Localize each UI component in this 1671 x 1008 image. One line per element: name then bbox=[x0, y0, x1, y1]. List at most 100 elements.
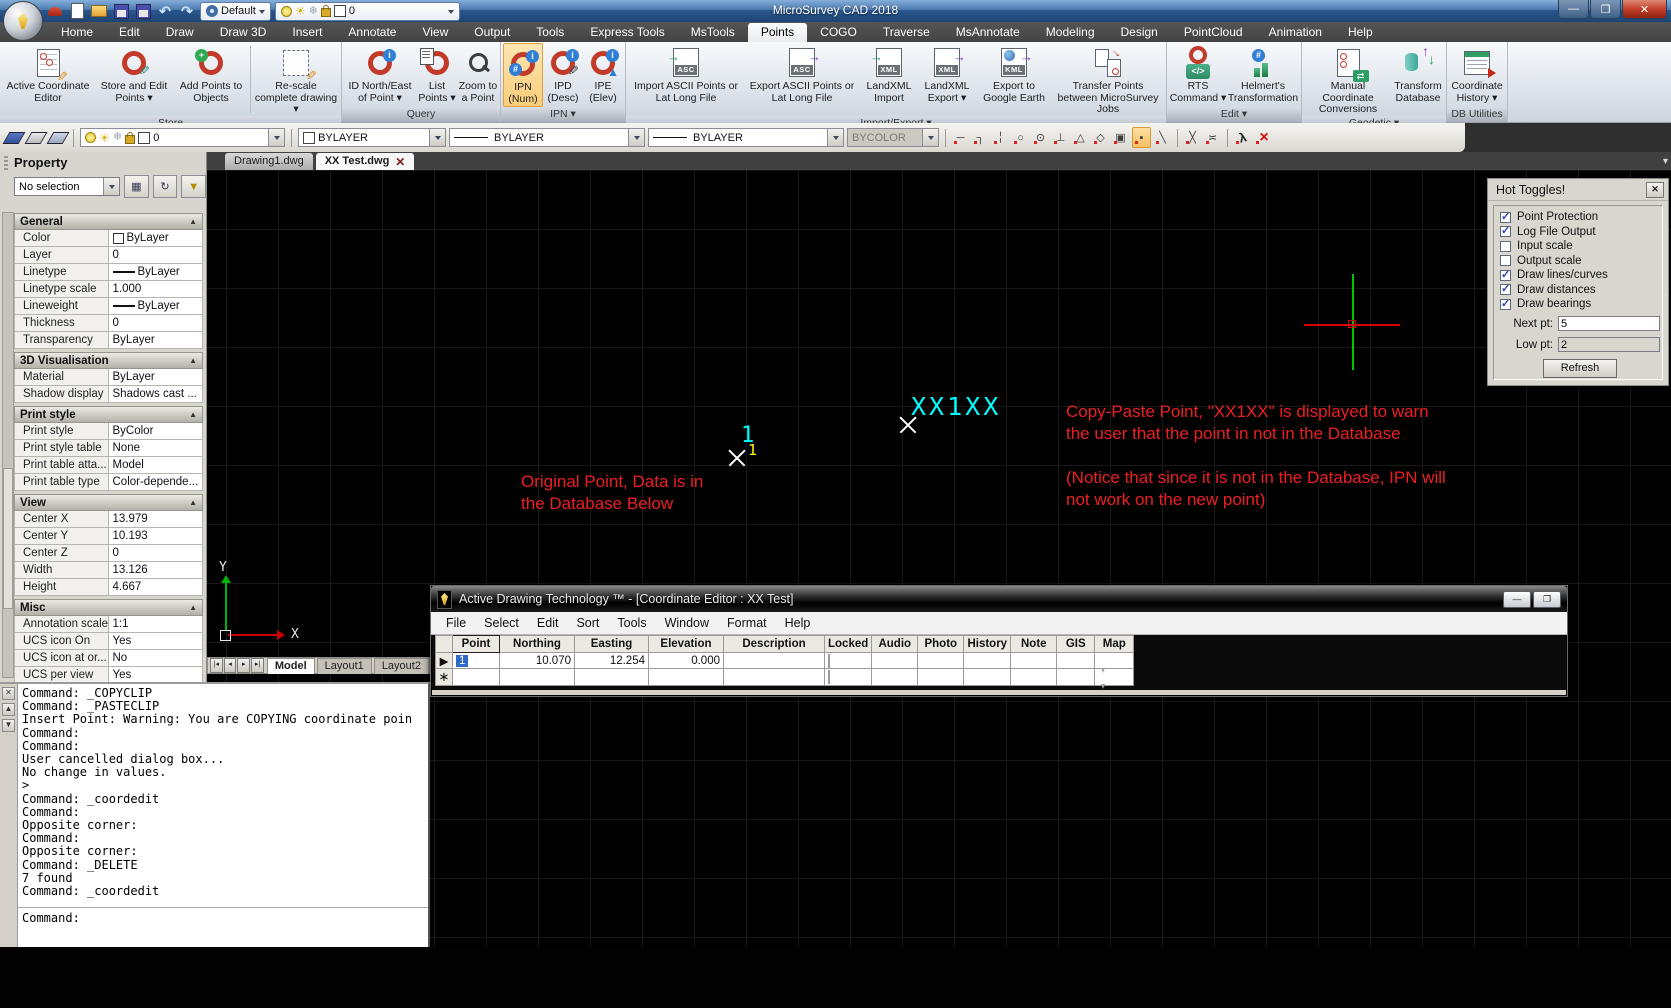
col-map[interactable]: Map bbox=[1095, 636, 1134, 653]
property-row[interactable]: LinetypeByLayer bbox=[14, 264, 203, 281]
toggle-output-scale[interactable]: Output scale bbox=[1500, 254, 1660, 269]
property-row[interactable]: Shadow displayShadows cast ... bbox=[14, 386, 203, 403]
select-objects-button[interactable]: ▦ bbox=[124, 175, 149, 198]
rescale-drawing-button[interactable]: ✎ Re-scale complete drawing ▾ bbox=[253, 43, 339, 116]
cell-point[interactable] bbox=[453, 669, 500, 686]
cell-photo[interactable] bbox=[918, 653, 964, 669]
property-row[interactable]: Center Z0 bbox=[14, 545, 203, 562]
panel-grip[interactable] bbox=[4, 156, 8, 170]
draw-bearings-checkbox[interactable] bbox=[1500, 299, 1511, 310]
prev-layout-icon[interactable]: ◂ bbox=[224, 658, 237, 673]
maximize-button[interactable]: ❐ bbox=[1590, 0, 1621, 19]
color-dropdown-arrow[interactable] bbox=[429, 129, 445, 146]
transfer-points-button[interactable]: → Transfer Points between MicroSurvey Jo… bbox=[1052, 43, 1164, 116]
group-label-query[interactable]: Query bbox=[342, 107, 500, 122]
section-view[interactable]: View▲ bbox=[14, 494, 203, 511]
property-row[interactable]: MaterialByLayer bbox=[14, 369, 203, 386]
output-scale-checkbox[interactable] bbox=[1500, 255, 1511, 266]
linetype-dropdown-arrow[interactable] bbox=[628, 129, 644, 146]
cell-description[interactable] bbox=[724, 653, 825, 669]
section-3d-visualisation[interactable]: 3D Visualisation▲ bbox=[14, 352, 203, 369]
property-scrollbar[interactable] bbox=[2, 212, 14, 678]
layer-previous-icon[interactable] bbox=[26, 128, 45, 147]
cancel-command-icon[interactable]: × bbox=[1254, 128, 1274, 147]
col-history[interactable]: History bbox=[964, 636, 1011, 653]
editor-maximize-button[interactable]: ❐ bbox=[1533, 591, 1561, 608]
close-tab-icon[interactable]: ✕ bbox=[395, 156, 405, 168]
col-audio[interactable]: Audio bbox=[872, 636, 918, 653]
tab-insert[interactable]: Insert bbox=[279, 23, 335, 42]
landxml-import-button[interactable]: →XML LandXML Import bbox=[860, 43, 918, 116]
col-note[interactable]: Note bbox=[1011, 636, 1057, 653]
lineweight-control-dropdown[interactable]: BYLAYER bbox=[648, 128, 844, 147]
input-scale-checkbox[interactable] bbox=[1500, 241, 1511, 252]
group-label-edit[interactable]: Edit ▾ bbox=[1167, 107, 1301, 122]
snap-none-icon[interactable]: ╳ bbox=[1184, 128, 1201, 147]
command-prompt[interactable]: Command: bbox=[22, 911, 80, 925]
property-row[interactable]: Center X13.979 bbox=[14, 511, 203, 528]
scroll-down-icon[interactable]: ▼ bbox=[2, 719, 15, 732]
property-row[interactable]: Center Y10.193 bbox=[14, 528, 203, 545]
cell-gis[interactable] bbox=[1057, 653, 1095, 669]
export-ascii-button[interactable]: →ASC Export ASCII Points or Lat Long Fil… bbox=[744, 43, 860, 116]
menu-format[interactable]: Format bbox=[718, 616, 776, 630]
property-row[interactable]: Annotation scale1:1 bbox=[14, 616, 203, 633]
col-point[interactable]: Point bbox=[453, 636, 500, 653]
cell-photo[interactable] bbox=[918, 669, 964, 686]
col-elevation[interactable]: Elevation bbox=[649, 636, 724, 653]
col-description[interactable]: Description bbox=[724, 636, 825, 653]
list-points-button[interactable]: List Points ▾ bbox=[416, 43, 458, 107]
property-row[interactable]: Linetype scale1.000 bbox=[14, 281, 203, 298]
property-row[interactable]: UCS icon at or...No bbox=[14, 650, 203, 667]
tab-output[interactable]: Output bbox=[461, 23, 523, 42]
manual-coordinate-conversions-button[interactable]: ⇄ Manual Coordinate Conversions bbox=[1304, 43, 1392, 116]
draw-lines-curves-checkbox[interactable] bbox=[1500, 270, 1511, 281]
application-menu-button[interactable] bbox=[3, 1, 43, 41]
section-general[interactable]: General▲ bbox=[14, 213, 203, 230]
close-button[interactable]: ✕ bbox=[1622, 0, 1667, 19]
landxml-export-button[interactable]: →XML LandXML Export ▾ bbox=[918, 43, 976, 116]
toggle-draw-lines-curves[interactable]: Draw lines/curves bbox=[1500, 268, 1660, 283]
property-row[interactable]: Print table typeColor-depende... bbox=[14, 474, 203, 491]
tab-draw3d[interactable]: Draw 3D bbox=[207, 23, 280, 42]
cell-elevation[interactable] bbox=[649, 669, 724, 686]
toggle-draw-bearings[interactable]: Draw bearings bbox=[1500, 297, 1660, 312]
helmerts-transformation-button[interactable]: # Helmert's Transformation bbox=[1227, 43, 1299, 107]
group-label-db-utilities[interactable]: DB Utilities bbox=[1447, 107, 1507, 122]
tab-home[interactable]: Home bbox=[48, 23, 106, 42]
cell-northing[interactable]: 10.070 bbox=[500, 653, 575, 669]
tab-scroll-icon[interactable]: ▾ bbox=[1663, 156, 1668, 167]
cell-note[interactable] bbox=[1011, 669, 1057, 686]
first-layout-icon[interactable]: |◂ bbox=[210, 658, 223, 673]
draw-distances-checkbox[interactable] bbox=[1500, 284, 1511, 295]
section-misc[interactable]: Misc▲ bbox=[14, 599, 203, 616]
scrollbar-thumb[interactable] bbox=[3, 468, 13, 609]
property-row[interactable]: UCS per viewYes bbox=[14, 667, 203, 682]
tab-xx-test-dwg[interactable]: XX Test.dwg ✕ bbox=[316, 153, 415, 170]
cell-history[interactable] bbox=[964, 669, 1011, 686]
add-points-to-objects-button[interactable]: + Add Points to Objects bbox=[174, 43, 248, 116]
editor-minimize-button[interactable]: — bbox=[1503, 591, 1531, 608]
refresh-button[interactable]: Refresh bbox=[1543, 359, 1617, 378]
property-row[interactable]: Height4.667 bbox=[14, 579, 203, 596]
low-pt-input[interactable] bbox=[1558, 337, 1660, 352]
point-1-marker[interactable] bbox=[726, 446, 748, 468]
layer-thaw-icon[interactable]: ☀ bbox=[99, 132, 110, 144]
snap-insertion-icon[interactable]: ▣ bbox=[1112, 128, 1129, 147]
ipe-elev-button[interactable]: i▲ IPE (Elev) bbox=[583, 43, 623, 107]
col-photo[interactable]: Photo bbox=[918, 636, 964, 653]
locked-checkbox[interactable] bbox=[828, 670, 830, 684]
cell-note[interactable] bbox=[1011, 653, 1057, 669]
minimize-button[interactable]: — bbox=[1558, 0, 1589, 19]
tab-traverse[interactable]: Traverse bbox=[870, 23, 943, 42]
store-and-edit-points-button[interactable]: ✎ Store and Edit Points ▾ bbox=[94, 43, 174, 116]
cell-easting[interactable] bbox=[575, 669, 649, 686]
snap-center-icon[interactable]: ⊙ bbox=[1032, 128, 1049, 147]
group-label-ipn[interactable]: IPN ▾ bbox=[501, 107, 625, 122]
coordinate-history-button[interactable]: Coordinate History ▾ bbox=[1449, 43, 1505, 107]
layer-manager-icon[interactable] bbox=[4, 128, 23, 147]
menu-edit[interactable]: Edit bbox=[528, 616, 568, 630]
menu-select[interactable]: Select bbox=[475, 616, 528, 630]
layer-control-dropdown[interactable]: ☀ ❄ 0 bbox=[80, 128, 285, 147]
id-northeast-button[interactable]: i ID North/East of Point ▾ bbox=[344, 43, 416, 107]
